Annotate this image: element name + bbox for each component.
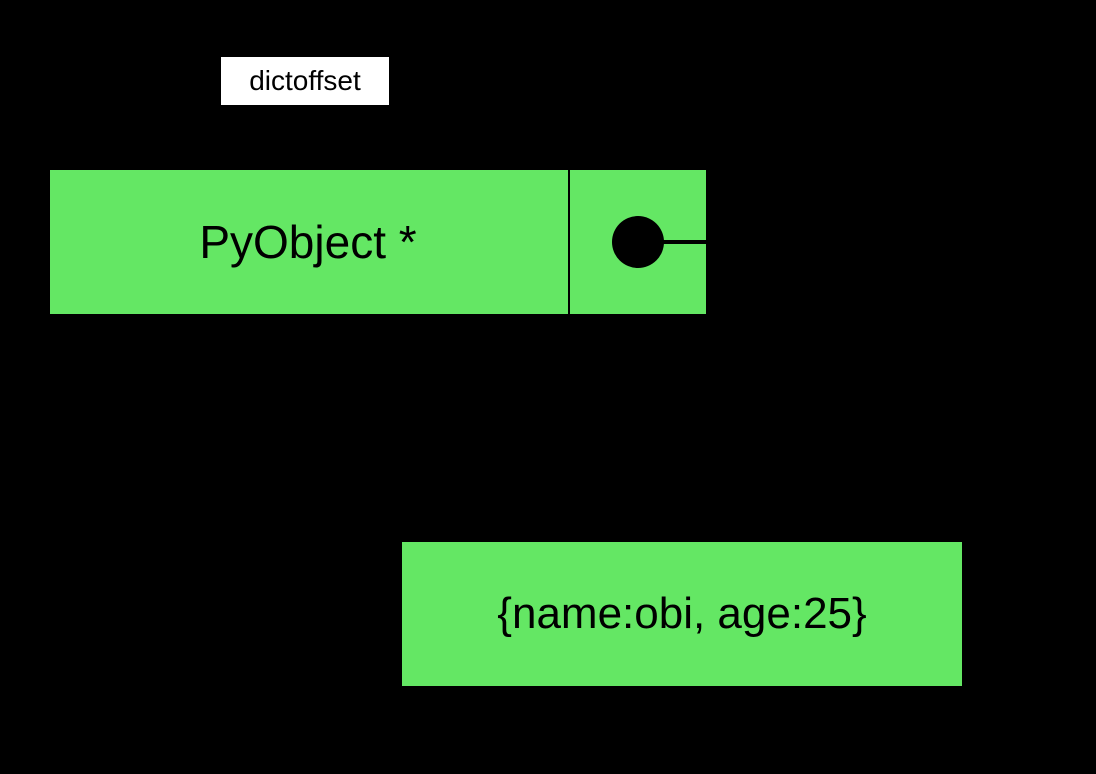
pointer-hline	[660, 240, 780, 244]
bracket-line-left	[50, 80, 220, 82]
dictoffset-label: dictoffset	[220, 56, 390, 106]
bracket-line-right	[390, 80, 570, 82]
diagram-canvas: dictoffset PyObject * {name:obi, age:25}	[0, 0, 1096, 774]
pointer-origin-dot	[612, 216, 664, 268]
pointer-vline	[776, 240, 780, 540]
dict-box: {name:obi, age:25}	[400, 540, 964, 688]
pyobject-box-divider	[568, 168, 570, 316]
bracket-tick-left	[49, 70, 51, 150]
pyobject-label: PyObject *	[48, 168, 568, 316]
bracket-tick-right	[569, 70, 571, 150]
